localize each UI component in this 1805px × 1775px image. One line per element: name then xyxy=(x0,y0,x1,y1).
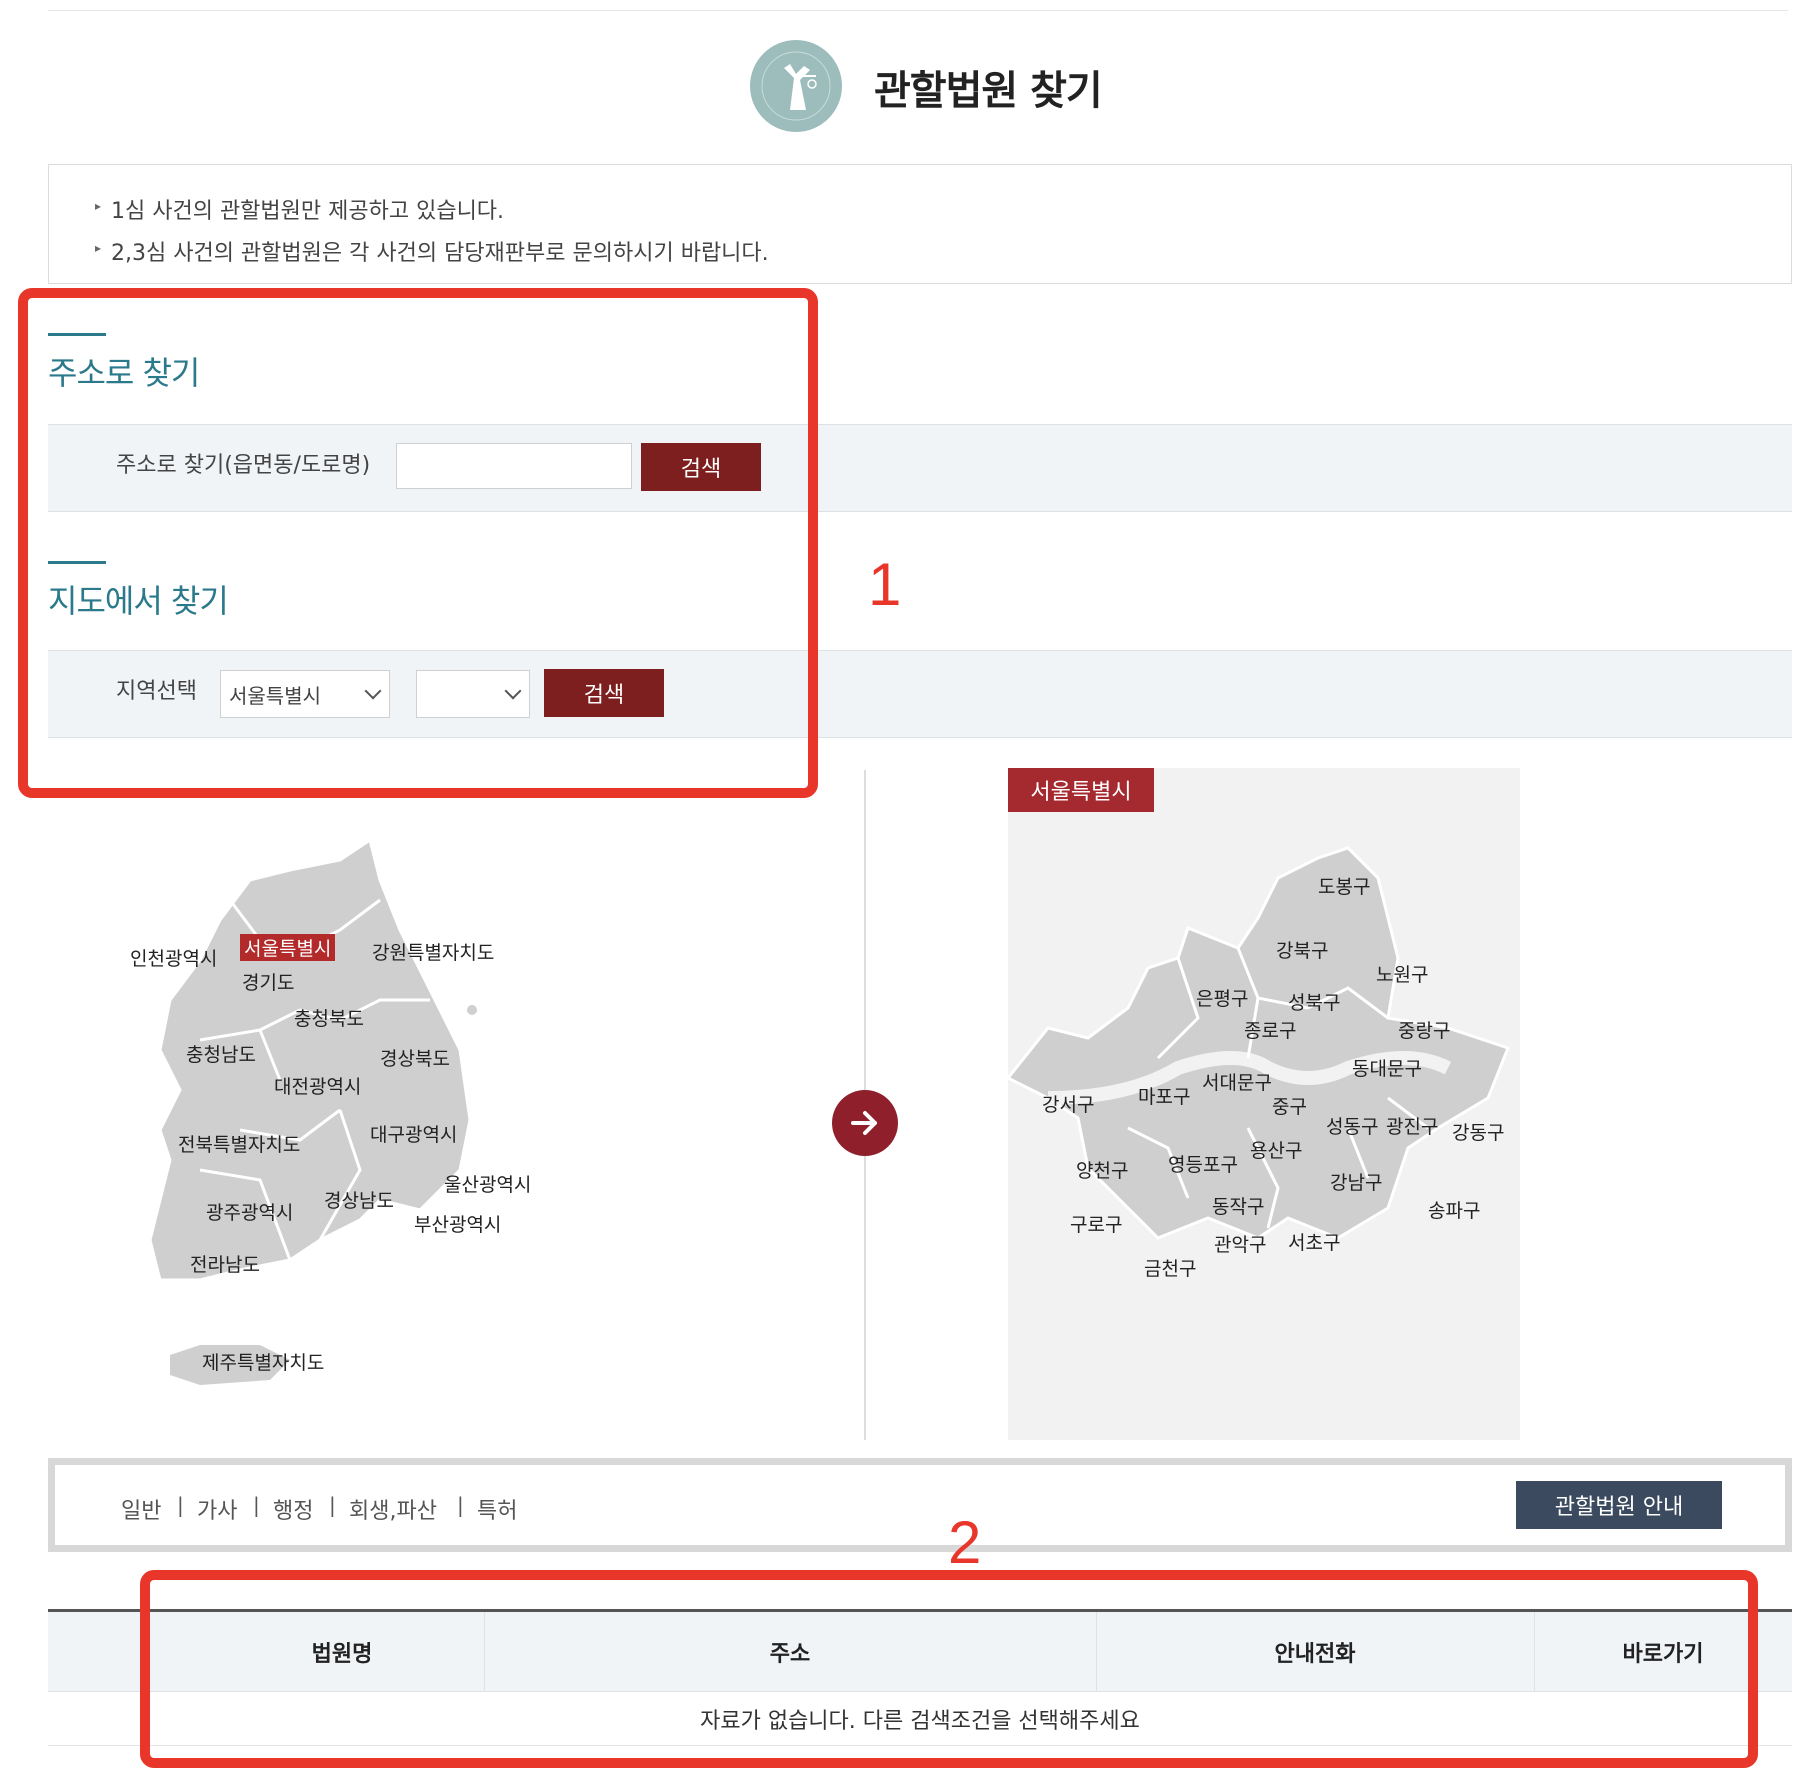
map-label[interactable]: 동대문구 xyxy=(1352,1054,1422,1081)
map-label[interactable]: 대구광역시 xyxy=(370,1120,457,1147)
notice-item: 1심 사건의 관할법원만 제공하고 있습니다. xyxy=(95,193,504,225)
map-label[interactable]: 인천광역시 xyxy=(130,944,217,971)
map-label[interactable]: 강동구 xyxy=(1452,1118,1504,1145)
tab-separator: | xyxy=(253,1493,260,1517)
map-label[interactable]: 금천구 xyxy=(1144,1254,1196,1281)
tab-separator: | xyxy=(457,1493,464,1517)
tab-general[interactable]: 일반 xyxy=(121,1493,161,1525)
map-label[interactable]: 구로구 xyxy=(1070,1210,1122,1237)
map-label[interactable]: 서대문구 xyxy=(1202,1068,1272,1095)
court-guide-button[interactable]: 관할법원 안내 xyxy=(1516,1481,1722,1529)
map-label[interactable]: 강남구 xyxy=(1330,1168,1382,1195)
tab-bankruptcy[interactable]: 회생,파산 xyxy=(349,1493,437,1525)
map-label[interactable]: 광주광역시 xyxy=(206,1198,293,1225)
top-divider xyxy=(48,10,1788,11)
annotation-number-1: 1 xyxy=(868,551,902,618)
map-label[interactable]: 충청남도 xyxy=(186,1040,256,1067)
map-label[interactable]: 서초구 xyxy=(1288,1228,1340,1255)
seoul-map-tag: 서울특별시 xyxy=(1008,768,1154,812)
notice-item: 2,3심 사건의 관할법원은 각 사건의 담당재판부로 문의하시기 바랍니다. xyxy=(95,235,769,267)
map-label[interactable]: 동작구 xyxy=(1212,1192,1264,1219)
court-seal-icon xyxy=(750,40,842,132)
map-label[interactable]: 노원구 xyxy=(1376,960,1428,987)
annotation-box-2 xyxy=(140,1570,1758,1768)
map-label[interactable]: 용산구 xyxy=(1250,1136,1302,1163)
map-label[interactable]: 경상북도 xyxy=(380,1044,450,1071)
map-label-selected[interactable]: 서울특별시 xyxy=(240,934,336,961)
map-label[interactable]: 울산광역시 xyxy=(444,1170,531,1197)
annotation-number-2: 2 xyxy=(948,1509,982,1576)
map-label[interactable]: 충청북도 xyxy=(294,1004,364,1031)
map-label[interactable]: 제주특별자치도 xyxy=(202,1348,324,1375)
map-label[interactable]: 관악구 xyxy=(1214,1230,1266,1257)
tab-patent[interactable]: 특허 xyxy=(477,1493,517,1525)
map-label[interactable]: 송파구 xyxy=(1428,1196,1480,1223)
map-label[interactable]: 중구 xyxy=(1272,1092,1307,1119)
map-label[interactable]: 종로구 xyxy=(1244,1016,1296,1043)
map-label[interactable]: 부산광역시 xyxy=(414,1210,501,1237)
map-label[interactable]: 양천구 xyxy=(1076,1156,1128,1183)
korea-map[interactable]: 인천광역시 서울특별시 강원특별자치도 경기도 충청북도 충청남도 경상북도 대… xyxy=(130,837,560,1400)
page-title: 관할법원 찾기 xyxy=(874,68,1103,114)
arrow-right-icon xyxy=(832,1090,898,1156)
tab-separator: | xyxy=(177,1493,184,1517)
map-label[interactable]: 마포구 xyxy=(1138,1082,1190,1109)
annotation-box-1 xyxy=(18,288,818,798)
tab-separator: | xyxy=(329,1493,336,1517)
map-label[interactable]: 성동구 xyxy=(1326,1112,1378,1139)
map-label[interactable]: 광진구 xyxy=(1386,1112,1438,1139)
map-label[interactable]: 경상남도 xyxy=(324,1186,394,1213)
notice-box: 1심 사건의 관할법원만 제공하고 있습니다. 2,3심 사건의 관할법원은 각… xyxy=(48,164,1792,284)
map-label[interactable]: 영등포구 xyxy=(1168,1150,1238,1177)
map-label[interactable]: 강북구 xyxy=(1276,936,1328,963)
map-label[interactable]: 중랑구 xyxy=(1398,1016,1450,1043)
map-label[interactable]: 경기도 xyxy=(242,968,294,995)
map-label[interactable]: 도봉구 xyxy=(1318,872,1370,899)
tab-administrative[interactable]: 행정 xyxy=(273,1493,313,1525)
map-label[interactable]: 성북구 xyxy=(1288,988,1340,1015)
map-label[interactable]: 강원특별자치도 xyxy=(372,938,494,965)
seoul-map-panel[interactable]: 도봉구 강북구 노원구 은평구 성북구 종로구 중랑구 동대문구 서대문구 마포… xyxy=(1005,768,1520,1440)
map-label[interactable]: 강서구 xyxy=(1042,1090,1094,1117)
map-label[interactable]: 전라남도 xyxy=(190,1250,260,1277)
tab-family[interactable]: 가사 xyxy=(197,1493,237,1525)
map-label[interactable]: 은평구 xyxy=(1196,984,1248,1011)
map-label[interactable]: 전북특별자치도 xyxy=(178,1130,300,1157)
map-label[interactable]: 대전광역시 xyxy=(274,1072,361,1099)
